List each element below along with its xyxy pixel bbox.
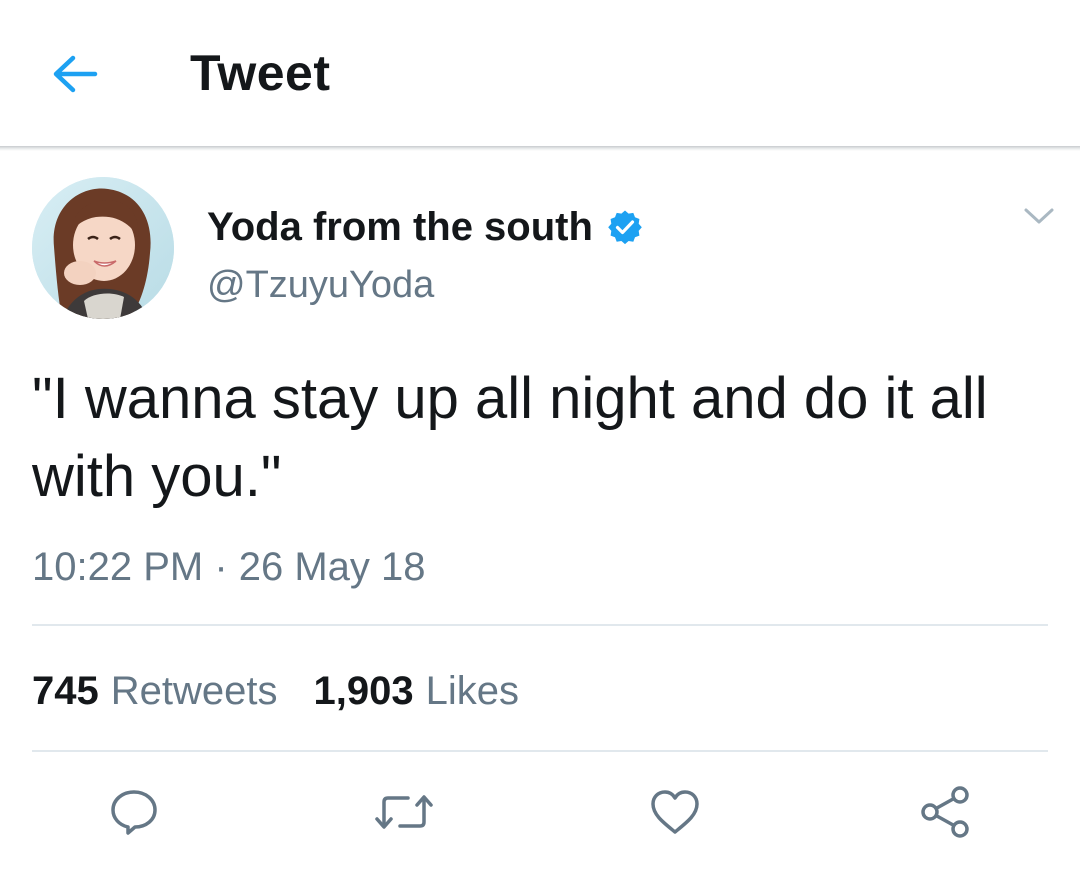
divider xyxy=(32,750,1048,752)
page-title: Tweet xyxy=(190,45,331,101)
avatar[interactable] xyxy=(32,177,174,319)
share-button[interactable] xyxy=(915,784,975,840)
user-handle[interactable]: @TzuyuYoda xyxy=(207,260,434,310)
chevron-down-icon xyxy=(1024,208,1054,224)
tweet-timestamp: 10:22 PM · 26 May 18 xyxy=(32,545,426,589)
top-bar: Tweet xyxy=(0,0,1080,146)
retweets-stat[interactable]: 745 Retweets xyxy=(32,664,278,718)
like-button[interactable] xyxy=(645,784,705,840)
retweets-count: 745 xyxy=(32,669,99,713)
author-name-row: Yoda from the south xyxy=(207,200,643,254)
profile-photo xyxy=(32,177,174,319)
retweet-icon xyxy=(375,795,433,829)
arrow-left-icon xyxy=(53,55,98,93)
like-icon xyxy=(651,790,699,834)
retweets-label: Retweets xyxy=(110,669,278,713)
tweet-detail-screen: Tweet Yoda from the south @TzuyuYoda "I … xyxy=(0,0,1080,881)
tweet-stats: 745 Retweets 1,903 Likes xyxy=(32,664,555,718)
reply-button[interactable] xyxy=(104,784,164,840)
tweet-text: "I wanna stay up all night and do it all… xyxy=(32,366,988,509)
likes-count: 1,903 xyxy=(313,669,414,713)
back-button[interactable] xyxy=(46,50,102,98)
retweet-button[interactable] xyxy=(374,784,434,840)
tweet-options-button[interactable] xyxy=(1018,200,1060,232)
reply-icon xyxy=(111,790,157,835)
verified-badge-icon xyxy=(607,209,643,245)
likes-stat[interactable]: 1,903 Likes xyxy=(314,664,520,718)
header-divider xyxy=(0,146,1080,151)
share-icon xyxy=(921,786,969,838)
divider xyxy=(32,624,1048,626)
likes-label: Likes xyxy=(425,669,519,713)
display-name[interactable]: Yoda from the south xyxy=(207,200,593,254)
